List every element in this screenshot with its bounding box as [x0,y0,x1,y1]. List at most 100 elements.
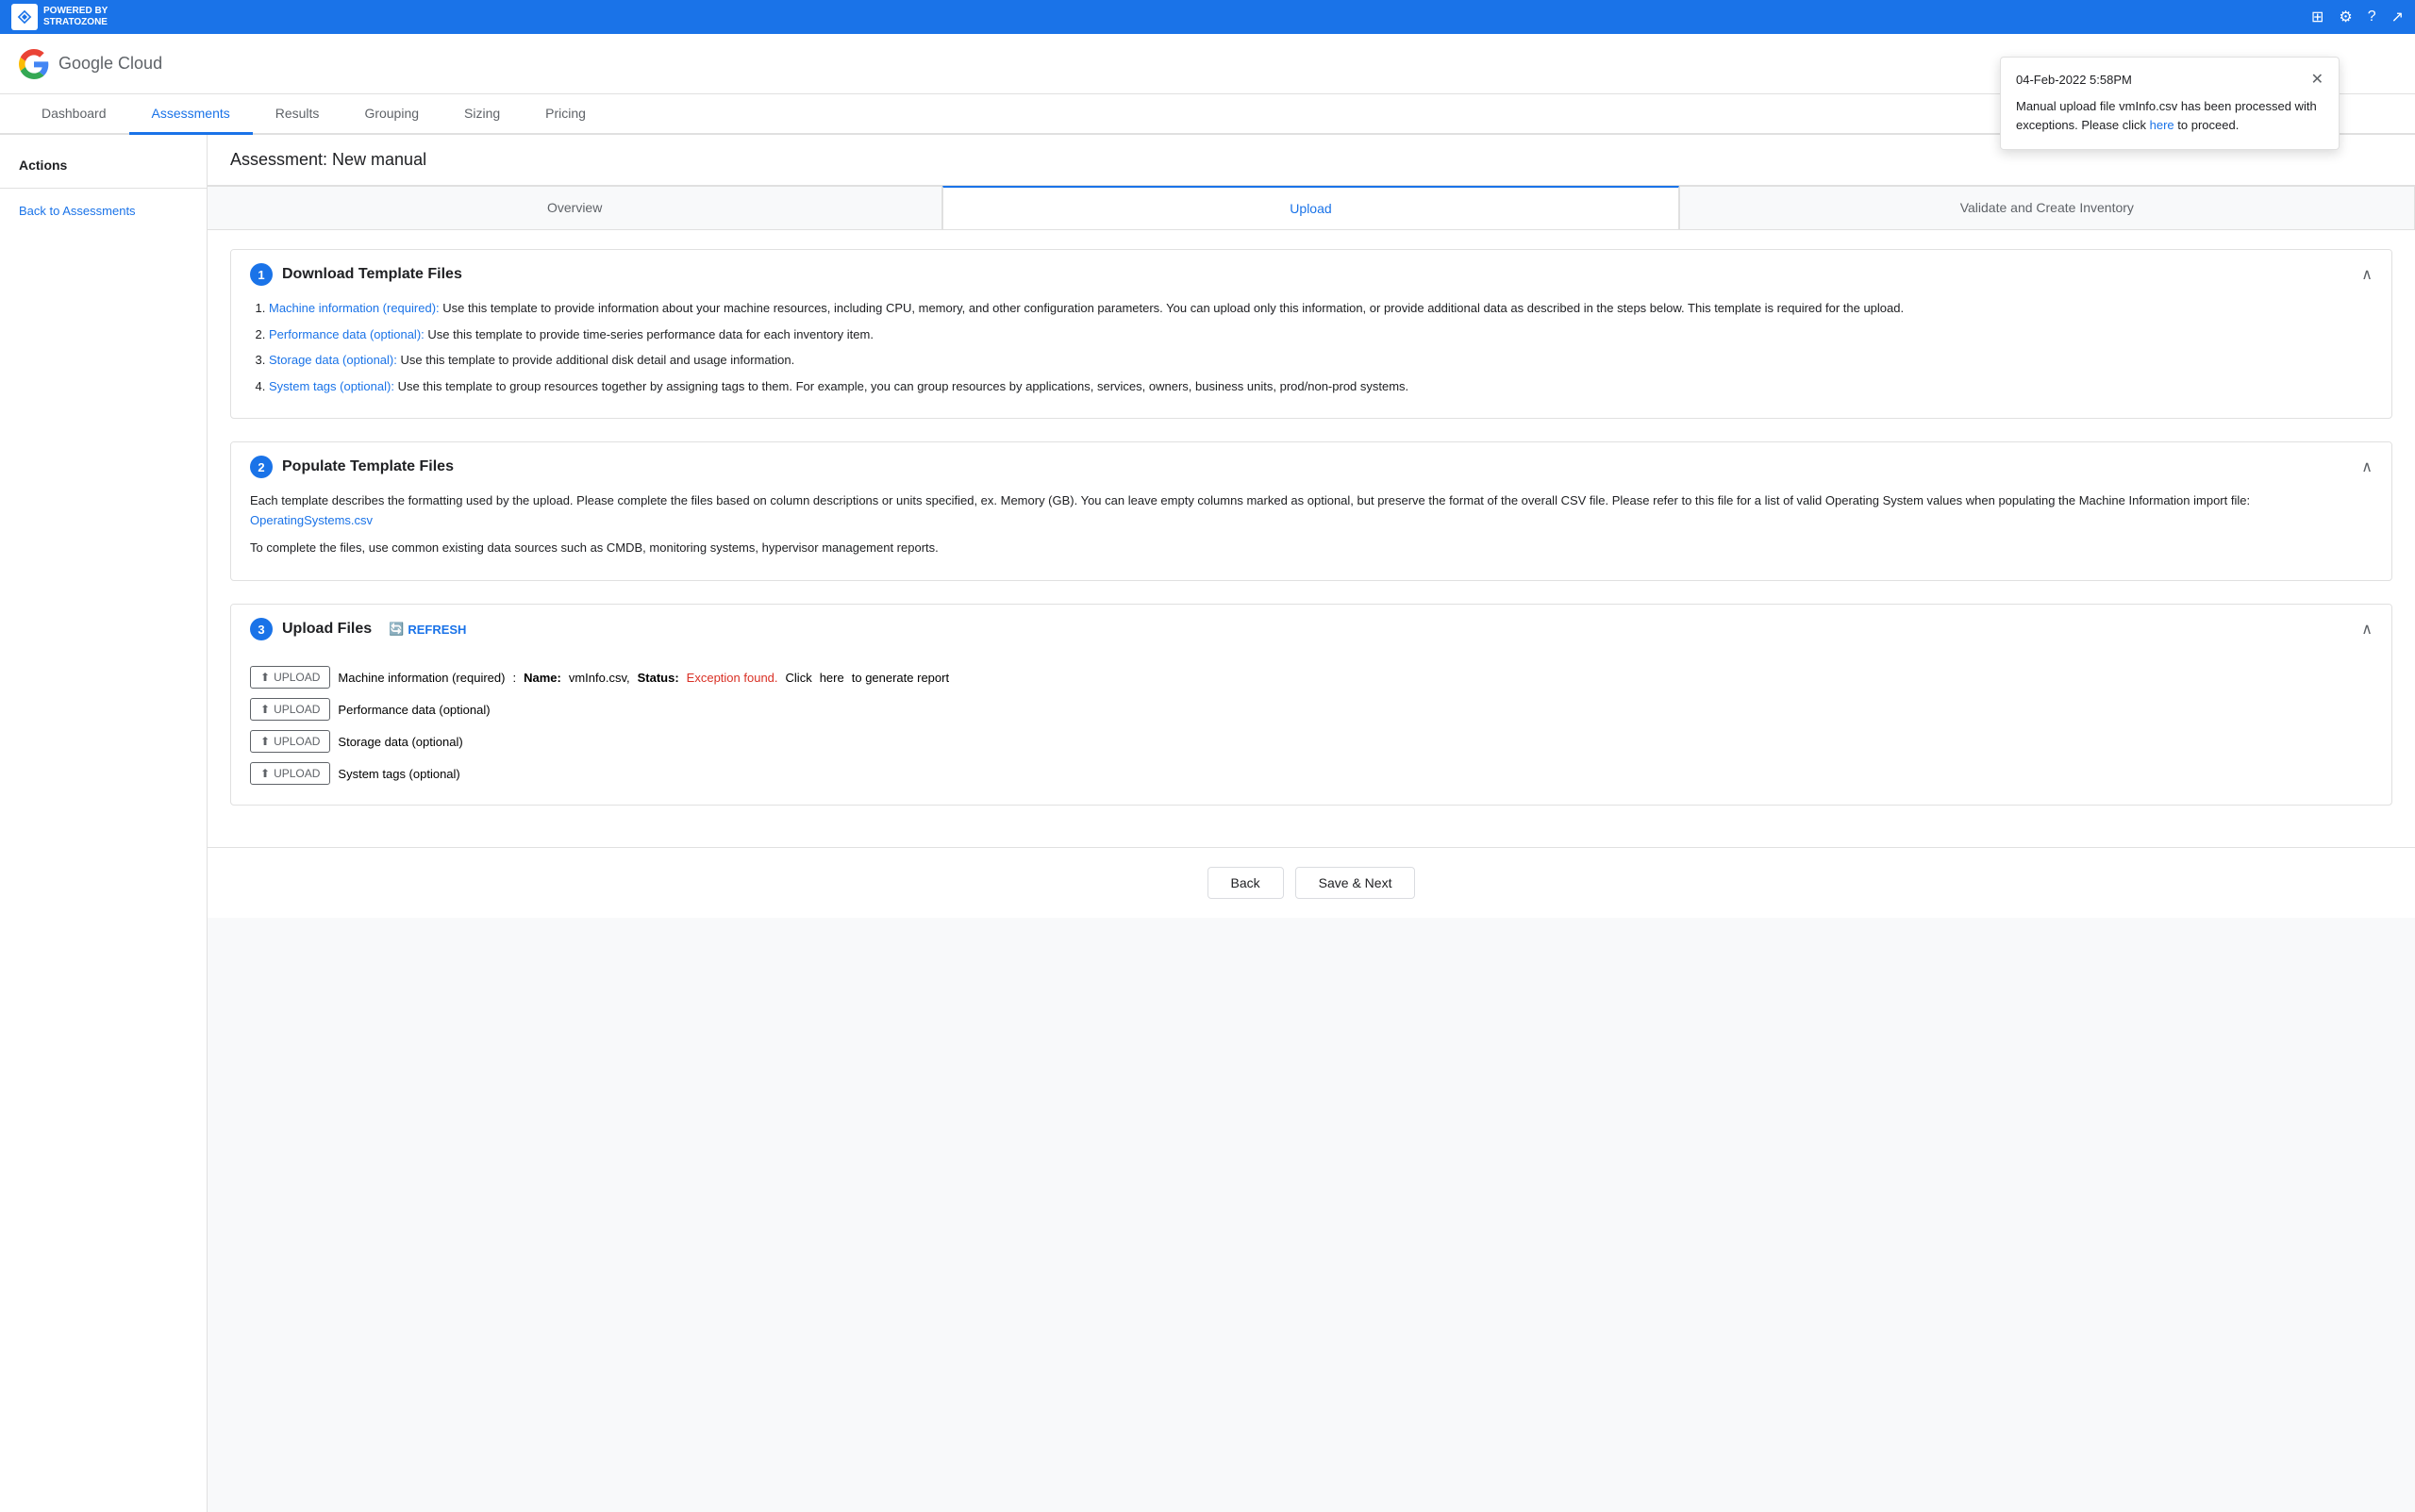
step-tab-overview[interactable]: Overview [208,186,942,229]
upload-row-storage: ⬆ UPLOAD Storage data (optional) [250,725,2373,757]
step-1-section: 1 Download Template Files ∧ Machine info… [230,249,2392,419]
gc-logo: Google Cloud [19,49,162,79]
upload-machine-desc: Machine information (required) [338,671,505,685]
notification-header: 04-Feb-2022 5:58PM ✕ [2016,73,2323,88]
stratozone-logo-icon [11,4,38,30]
storage-data-link[interactable]: Storage data (optional): [269,353,397,367]
machine-info-link[interactable]: Machine information (required): [269,301,440,315]
performance-data-desc: Use this template to provide time-series… [427,327,874,341]
refresh-button[interactable]: 🔄 REFRESH [389,622,466,637]
step-2-number: 2 [250,456,273,478]
tab-dashboard[interactable]: Dashboard [19,94,129,135]
after-text: Click [786,671,812,685]
step-tab-validate[interactable]: Validate and Create Inventory [1679,186,2415,229]
operating-systems-link[interactable]: OperatingSystems.csv [250,513,373,527]
after-link: to generate report [852,671,949,685]
storage-data-desc: Use this template to provide additional … [401,353,795,367]
upload-storage-button[interactable]: ⬆ UPLOAD [250,730,330,753]
name-value: vmInfo.csv, [569,671,630,685]
status-label: Status: [638,671,679,685]
help-icon[interactable]: ? [2368,8,2376,25]
step-2-title: Populate Template Files [282,458,454,475]
notification-popup: 04-Feb-2022 5:58PM ✕ Manual upload file … [2000,57,2340,150]
list-item: Performance data (optional): Use this te… [269,325,2373,344]
tab-results[interactable]: Results [253,94,342,135]
sidebar-divider [0,188,207,189]
step-3-header[interactable]: 3 Upload Files 🔄 REFRESH ∧ [231,605,2391,654]
save-next-button[interactable]: Save & Next [1295,867,1416,899]
exception-here-link[interactable]: here [820,671,844,685]
notification-body: Manual upload file vmInfo.csv has been p… [2016,97,2323,134]
step-2-body: Each template describes the formatting u… [231,491,2391,580]
step-1-title: Download Template Files [282,266,462,283]
upload-row-machine: ⬆ UPLOAD Machine information (required) … [250,661,2373,693]
step-3-header-left: 3 Upload Files 🔄 REFRESH [250,618,466,640]
step-2-chevron-icon: ∧ [2361,457,2373,476]
step-1-number: 1 [250,263,273,286]
notification-date: 04-Feb-2022 5:58PM [2016,73,2132,87]
upload-storage-desc: Storage data (optional) [338,735,462,749]
close-icon[interactable]: ✕ [2311,73,2323,88]
tab-sizing[interactable]: Sizing [441,94,523,135]
settings-icon[interactable]: ⚙ [2339,8,2352,26]
step-3-section: 3 Upload Files 🔄 REFRESH ∧ [230,604,2392,806]
steps-content: 1 Download Template Files ∧ Machine info… [208,230,2415,847]
upload-machine-button[interactable]: ⬆ UPLOAD [250,666,330,689]
upload-icon: ⬆ [260,671,270,684]
sidebar-section-title: Actions [0,150,207,180]
step-2-section: 2 Populate Template Files ∧ Each templat… [230,441,2392,581]
stratozone-text: POWERED BYSTRATOZONE [43,6,108,28]
step-2-text-2: To complete the files, use common existi… [250,539,2373,558]
upload-tags-button[interactable]: ⬆ UPLOAD [250,762,330,785]
list-item: System tags (optional): Use this templat… [269,377,2373,396]
notification-message-after: to proceed. [2177,118,2239,132]
step-1-header-left: 1 Download Template Files [250,263,462,286]
performance-data-link[interactable]: Performance data (optional): [269,327,425,341]
tab-assessments[interactable]: Assessments [129,94,253,135]
stratozone-logo: POWERED BYSTRATOZONE [11,4,108,30]
step-tab-upload[interactable]: Upload [942,186,1678,229]
system-tags-desc: Use this template to group resources tog… [398,379,1409,393]
step-1-body: Machine information (required): Use this… [231,299,2391,418]
share-icon[interactable]: ↗ [2391,8,2404,26]
system-tags-link[interactable]: System tags (optional): [269,379,394,393]
content-area: Assessment: New manual Overview Upload V… [208,135,2415,1512]
sidebar: Actions Back to Assessments [0,135,208,1512]
back-to-assessments-link[interactable]: Back to Assessments [0,196,207,225]
upload-icon: ⬆ [260,703,270,716]
step-3-body: ⬆ UPLOAD Machine information (required) … [231,661,2391,805]
list-item: Machine information (required): Use this… [269,299,2373,318]
step-1-list: Machine information (required): Use this… [250,299,2373,395]
step-3-title: Upload Files [282,621,372,638]
upload-icon: ⬆ [260,767,270,780]
refresh-icon: 🔄 [389,622,404,637]
name-label: Name: [524,671,561,685]
step-1-header[interactable]: 1 Download Template Files ∧ [231,250,2391,299]
step-2-header-left: 2 Populate Template Files [250,456,454,478]
back-button[interactable]: Back [1208,867,1284,899]
grid-icon[interactable]: ⊞ [2311,8,2323,26]
tab-grouping[interactable]: Grouping [341,94,441,135]
step-3-number: 3 [250,618,273,640]
refresh-label: REFRESH [408,623,466,637]
top-bar-right: ⊞ ⚙ ? ↗ [2311,8,2404,26]
top-bar: POWERED BYSTRATOZONE ⊞ ⚙ ? ↗ [0,0,2415,34]
notification-here-link[interactable]: here [2150,118,2174,132]
main-layout: Actions Back to Assessments Assessment: … [0,135,2415,1512]
tab-pricing[interactable]: Pricing [523,94,608,135]
step-1-chevron-icon: ∧ [2361,265,2373,284]
status-exception: Exception found. [687,671,778,685]
step-tabs: Overview Upload Validate and Create Inve… [208,186,2415,230]
colon-sep: : [512,671,516,685]
upload-icon: ⬆ [260,735,270,748]
machine-info-desc: Use this template to provide information… [442,301,1904,315]
app-name: Google Cloud [58,54,162,74]
upload-tags-desc: System tags (optional) [338,767,459,781]
google-cloud-logo-icon [19,49,49,79]
upload-performance-desc: Performance data (optional) [338,703,490,717]
step-3-chevron-icon: ∧ [2361,620,2373,639]
upload-row-tags: ⬆ UPLOAD System tags (optional) [250,757,2373,789]
step-2-header[interactable]: 2 Populate Template Files ∧ [231,442,2391,491]
upload-performance-button[interactable]: ⬆ UPLOAD [250,698,330,721]
step-2-text-1: Each template describes the formatting u… [250,491,2373,531]
